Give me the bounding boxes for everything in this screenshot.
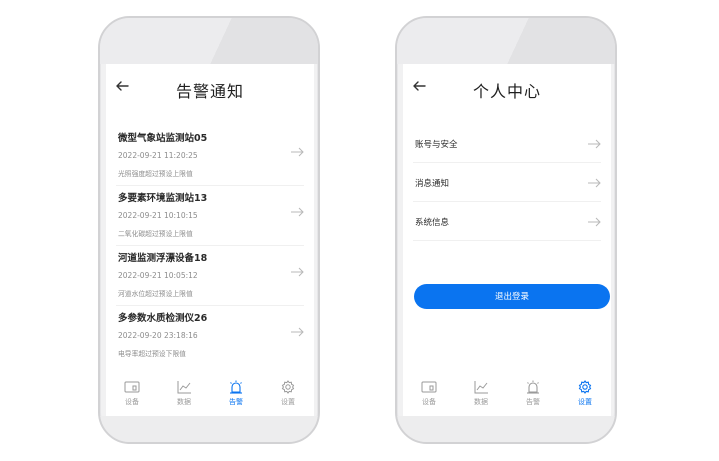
tab-alarms[interactable]: 告警 <box>214 376 258 407</box>
phone-bottom-bezel <box>397 416 615 442</box>
menu-label: 系统信息 <box>415 218 450 228</box>
alert-description: 河道水位超过预设上限值 <box>118 290 193 298</box>
header: 告警通知 <box>106 64 314 110</box>
device-icon <box>124 381 140 393</box>
logout-button[interactable]: 退出登录 <box>414 284 610 309</box>
alert-timestamp: 2022-09-21 10:05:12 <box>118 271 198 280</box>
chart-icon <box>474 381 488 394</box>
arrow-right-icon <box>291 327 304 337</box>
gear-icon <box>281 380 295 394</box>
tab-settings[interactable]: 设置 <box>563 376 607 407</box>
menu-item-system-info[interactable]: 系统信息 <box>413 202 601 241</box>
menu-label: 账号与安全 <box>415 140 458 150</box>
alert-device-name: 多要素环境监测站13 <box>118 193 208 204</box>
list-item[interactable]: 微型气象站监测站05 2022-09-21 11:20:25 光照强度超过预设上… <box>116 126 304 186</box>
profile-screen: 个人中心 账号与安全 消息通知 系统信息 退出登录 设备 数据 告警 设置 <box>403 64 611 418</box>
chart-icon <box>177 381 191 394</box>
phone-frame-alerts: 告警通知 微型气象站监测站05 2022-09-21 11:20:25 光照强度… <box>98 16 320 444</box>
device-icon <box>421 381 437 393</box>
alert-description: 光照强度超过预设上限值 <box>118 170 193 178</box>
alarm-icon <box>527 380 539 394</box>
page-title: 告警通知 <box>175 82 244 101</box>
page-title: 个人中心 <box>472 82 541 101</box>
alert-timestamp: 2022-09-21 10:10:15 <box>118 211 198 220</box>
gear-icon <box>578 380 592 394</box>
tab-label: 告警 <box>526 398 540 406</box>
list-item[interactable]: 多要素环境监测站13 2022-09-21 10:10:15 二氧化碳超过预设上… <box>116 186 304 246</box>
phone-bottom-bezel <box>100 416 318 442</box>
tab-data[interactable]: 数据 <box>459 376 503 407</box>
alert-device-name: 微型气象站监测站05 <box>118 133 208 144</box>
alert-device-name: 多参数水质检测仪26 <box>118 313 208 324</box>
header: 个人中心 <box>403 64 611 110</box>
tab-label: 告警 <box>229 398 243 406</box>
tab-devices[interactable]: 设备 <box>110 376 154 407</box>
arrow-right-icon <box>291 207 304 217</box>
phone-top-bezel <box>397 18 615 64</box>
tab-label: 设置 <box>578 398 592 406</box>
list-item[interactable]: 多参数水质检测仪26 2022-09-20 23:18:16 电导率超过预设下限… <box>116 306 304 365</box>
alert-list: 微型气象站监测站05 2022-09-21 11:20:25 光照强度超过预设上… <box>106 126 314 365</box>
arrow-right-icon <box>291 147 304 157</box>
alert-timestamp: 2022-09-21 11:20:25 <box>118 151 198 160</box>
tab-label: 数据 <box>177 398 191 406</box>
arrow-right-icon <box>588 139 601 149</box>
tab-label: 数据 <box>474 398 488 406</box>
arrow-right-icon <box>588 217 601 227</box>
phone-frame-profile: 个人中心 账号与安全 消息通知 系统信息 退出登录 设备 数据 告警 设置 <box>395 16 617 444</box>
arrow-right-icon <box>291 267 304 277</box>
tab-label: 设备 <box>422 398 436 406</box>
menu-item-notifications[interactable]: 消息通知 <box>413 163 601 202</box>
list-item[interactable]: 河道监测浮漂设备18 2022-09-21 10:05:12 河道水位超过预设上… <box>116 246 304 306</box>
alert-description: 二氧化碳超过预设上限值 <box>118 230 193 238</box>
tab-label: 设备 <box>125 398 139 406</box>
tab-label: 设置 <box>281 398 295 406</box>
menu-label: 消息通知 <box>415 179 450 189</box>
bottom-tab-bar: 设备 数据 告警 设置 <box>106 376 314 418</box>
arrow-right-icon <box>588 178 601 188</box>
phone-top-bezel <box>100 18 318 64</box>
alert-description: 电导率超过预设下限值 <box>118 350 186 358</box>
alarm-icon <box>230 380 242 394</box>
bottom-tab-bar: 设备 数据 告警 设置 <box>403 376 611 418</box>
tab-alarms[interactable]: 告警 <box>511 376 555 407</box>
alerts-screen: 告警通知 微型气象站监测站05 2022-09-21 11:20:25 光照强度… <box>106 64 314 418</box>
alert-timestamp: 2022-09-20 23:18:16 <box>118 331 198 340</box>
menu-item-account-security[interactable]: 账号与安全 <box>413 124 601 163</box>
tab-settings[interactable]: 设置 <box>266 376 310 407</box>
alert-device-name: 河道监测浮漂设备18 <box>118 253 208 264</box>
tab-data[interactable]: 数据 <box>162 376 206 407</box>
tab-devices[interactable]: 设备 <box>407 376 451 407</box>
settings-menu: 账号与安全 消息通知 系统信息 <box>403 124 611 241</box>
